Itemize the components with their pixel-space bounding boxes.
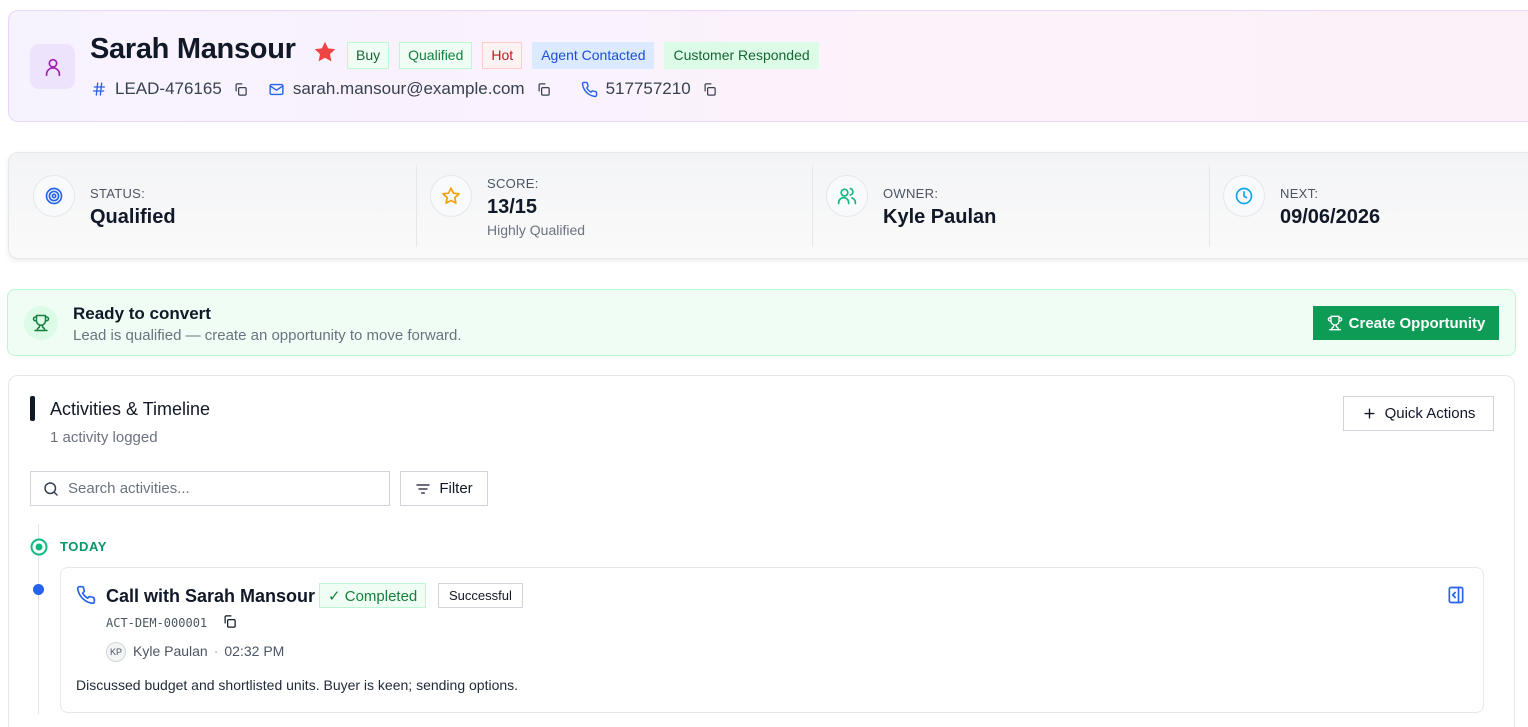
lead-contact-row: LEAD-476165 sarah.mansour@example.com 51… <box>91 79 717 99</box>
activities-count: 1 activity logged <box>50 429 158 446</box>
search-icon <box>44 481 58 496</box>
tag-hot: Hot <box>482 42 523 69</box>
owner-value: Kyle Paulan <box>883 206 997 228</box>
favorite-star-icon[interactable] <box>312 39 338 70</box>
lead-avatar <box>30 44 75 89</box>
activity-id: ACT-DEM-000001 <box>106 616 208 630</box>
lead-id: LEAD-476165 <box>91 79 248 99</box>
lead-tags: Buy Qualified Hot Agent Contacted Custom… <box>347 42 819 69</box>
quick-actions-label: Quick Actions <box>1384 405 1476 422</box>
mail-icon <box>269 83 284 95</box>
copy-email-icon[interactable] <box>536 82 551 97</box>
lead-phone-text[interactable]: 517757210 <box>606 79 691 99</box>
score-sub: Highly Qualified <box>487 222 586 238</box>
quick-actions-button[interactable]: Quick Actions <box>1343 396 1494 431</box>
section-accent-bar <box>30 396 35 421</box>
star-outline-icon <box>442 187 460 204</box>
score-icon-wrap <box>430 175 472 217</box>
status-label: STATUS: <box>90 186 146 201</box>
activity-description: Discussed budget and shortlisted units. … <box>76 677 519 693</box>
ready-to-convert-banner: Ready to convert Lead is qualified — cre… <box>7 289 1516 356</box>
lead-phone: 517757210 <box>581 79 717 99</box>
next-label: NEXT: <box>1280 186 1319 201</box>
lead-header: Sarah Mansour Buy Qualified Hot Agent Co… <box>8 10 1528 122</box>
convert-subtitle: Lead is qualified — create an opportunit… <box>73 327 462 344</box>
lead-email: sarah.mansour@example.com <box>268 79 551 99</box>
tag-customer-responded: Customer Responded <box>664 42 819 69</box>
today-marker-icon <box>30 538 48 561</box>
search-activities-box[interactable] <box>30 471 390 506</box>
lead-id-text: LEAD-476165 <box>115 79 222 98</box>
copy-id-icon[interactable] <box>233 82 248 97</box>
plus-icon <box>1364 408 1375 419</box>
activity-meta: Kyle Paulan · 02:32 PM <box>133 643 284 659</box>
activity-item[interactable]: Call with Sarah Mansour ✓ Completed Succ… <box>60 567 1484 713</box>
trophy-icon <box>32 314 50 332</box>
activity-time: 02:32 PM <box>224 643 285 659</box>
convert-title: Ready to convert <box>73 304 211 323</box>
search-activities-input[interactable] <box>68 480 368 497</box>
owner-label: OWNER: <box>883 186 939 201</box>
trophy-icon-wrap <box>24 306 58 340</box>
lead-stats: STATUS: Qualified SCORE: 13/15 Highly Qu… <box>8 152 1528 259</box>
next-icon-wrap <box>1223 175 1265 217</box>
phone-icon <box>581 81 597 97</box>
next-value: 09/06/2026 <box>1280 206 1381 228</box>
timeline-group-label: TODAY <box>60 539 108 554</box>
tag-agent-contacted: Agent Contacted <box>532 42 655 69</box>
score-value: 13/15 <box>487 196 538 218</box>
lead-name: Sarah Mansour <box>90 33 296 65</box>
clock-icon <box>1235 187 1253 205</box>
copy-phone-icon[interactable] <box>702 82 717 97</box>
filter-label: Filter <box>439 480 473 497</box>
activities-timeline-card: Activities & Timeline 1 activity logged … <box>8 375 1515 727</box>
hash-icon <box>93 82 105 96</box>
activities-title: Activities & Timeline <box>50 399 211 419</box>
trophy-icon <box>1327 315 1342 331</box>
owner-icon-wrap <box>826 175 868 217</box>
create-opportunity-label: Create Opportunity <box>1348 314 1486 332</box>
outcome-badge: Successful <box>438 583 523 608</box>
tag-buy: Buy <box>347 42 390 69</box>
create-opportunity-button[interactable]: Create Opportunity <box>1313 306 1499 340</box>
filter-icon <box>416 483 430 494</box>
tag-qualified: Qualified <box>399 42 473 69</box>
status-badge: ✓ Completed <box>319 583 427 608</box>
phone-icon <box>76 585 96 610</box>
activity-user: Kyle Paulan <box>133 643 208 659</box>
status-value: Qualified <box>90 206 176 228</box>
panel-icon[interactable] <box>1446 585 1466 610</box>
users-icon <box>837 187 857 205</box>
status-icon-wrap <box>33 175 75 217</box>
target-icon <box>45 187 63 205</box>
avatar: KP <box>106 642 126 662</box>
timeline-item-dot <box>33 584 44 595</box>
filter-button[interactable]: Filter <box>400 471 488 506</box>
score-label: SCORE: <box>487 176 539 191</box>
lead-email-text[interactable]: sarah.mansour@example.com <box>293 79 525 99</box>
copy-activity-id-icon[interactable] <box>222 614 237 634</box>
activity-title: Call with Sarah Mansour <box>106 586 316 606</box>
meta-separator: · <box>213 643 219 659</box>
user-icon <box>45 58 60 76</box>
